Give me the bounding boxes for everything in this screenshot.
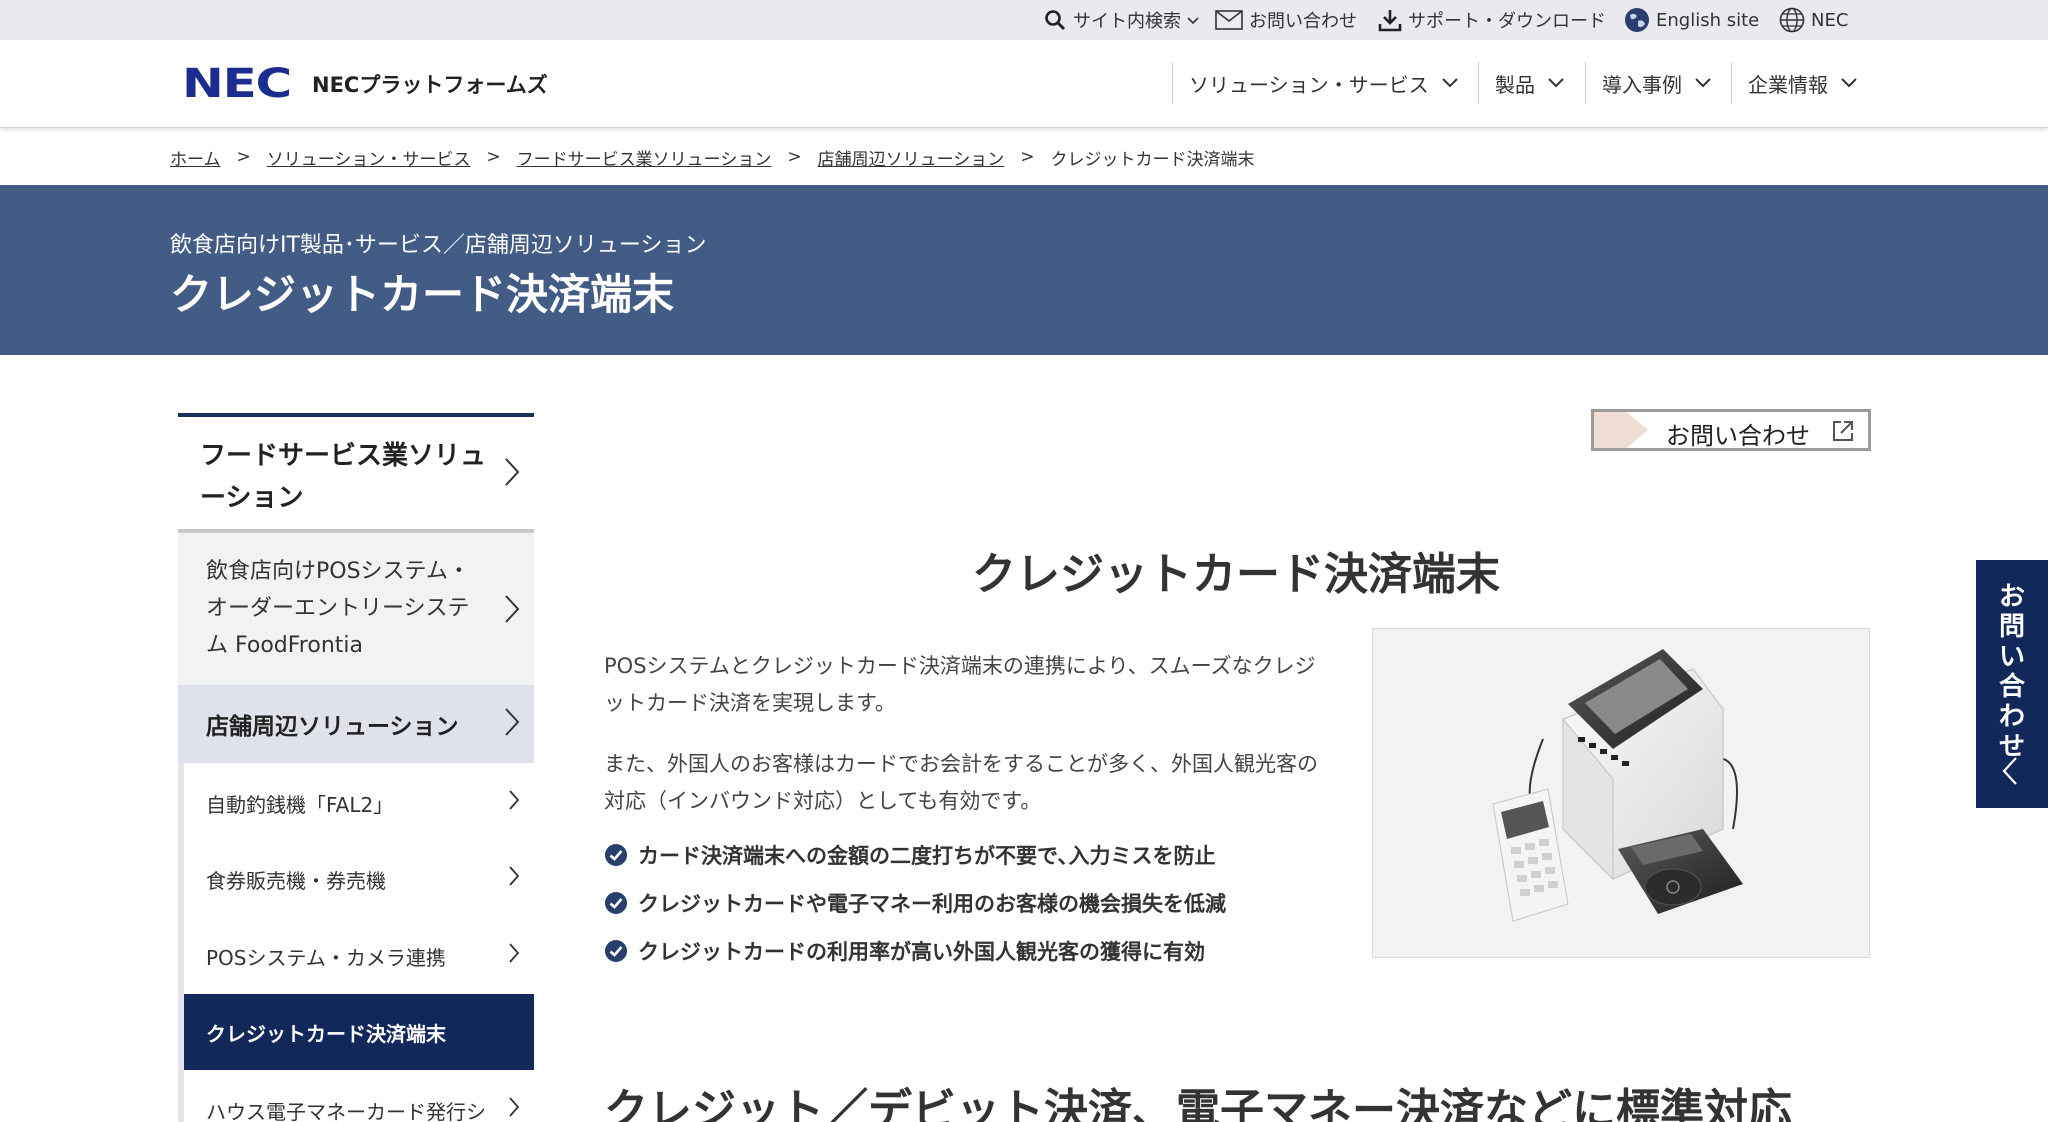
payment-terminal-illustration [1492, 649, 1743, 922]
sidebar-section-label: 店舗周辺ソリューション [206, 714, 459, 740]
breadcrumb-food-service[interactable]: フードサービス業ソリューション [517, 145, 772, 170]
breadcrumb-separator: > [236, 147, 251, 167]
nav-products[interactable]: 製品 [1478, 62, 1565, 104]
page-title: クレジットカード決済端末 [972, 549, 1500, 600]
chevron-down-icon [1187, 17, 1199, 25]
hero-title: クレジットカード決済端末 [170, 270, 675, 319]
chevron-down-icon [1695, 78, 1711, 88]
chevron-right-icon [509, 866, 520, 886]
feature-text: カード決済端末への金額の二度打ちが不要で､入力ミスを防止 [638, 844, 1216, 868]
globe-icon [1625, 8, 1649, 32]
nav-solutions[interactable]: ソリューション・サービス [1172, 62, 1459, 104]
feature-item: クレジットカードや電子マネー利用のお客様の機会損失を低減 [604, 888, 1226, 918]
english-site-label: English site [1656, 9, 1760, 31]
nav-company-info-label: 企業情報 [1748, 72, 1828, 97]
nav-case-studies-label: 導入事例 [1602, 72, 1682, 97]
chevron-right-icon [505, 595, 520, 623]
chevron-left-icon [2002, 757, 2017, 785]
nav-case-studies[interactable]: 導入事例 [1585, 62, 1712, 104]
breadcrumb: ホーム > ソリューション・サービス > フードサービス業ソリューション > 店… [170, 144, 1255, 170]
sidebar-item-credit-card[interactable]: クレジットカード決済端末 [184, 994, 534, 1070]
external-link-icon [1833, 421, 1853, 441]
hero-subtitle: 飲食店向けIT製品･サービス／店舗周辺ソリューション [170, 233, 707, 258]
contact-button-label: お問い合わせ [1666, 422, 1810, 450]
chevron-right-icon [505, 708, 520, 736]
breadcrumb-separator: > [486, 147, 501, 167]
floating-contact-label: お問い合わせ [1998, 582, 2025, 762]
sidebar-item-pos-camera[interactable]: POSシステム・カメラ連携 [184, 918, 534, 994]
nec-global-label: NEC [1811, 9, 1849, 31]
chevron-down-icon [1548, 78, 1564, 88]
sidebar-item-fal2[interactable]: 自動釣銭機「FAL2」 [184, 765, 534, 841]
sidebar-item-label: 食券販売機・券売機 [206, 869, 386, 893]
check-circle-icon [605, 892, 627, 914]
sidebar-item-label: ハウス電子マネーカード発行シ [206, 1100, 486, 1122]
sidebar-item-label: POSシステム・カメラ連携 [206, 946, 446, 970]
chevron-right-icon [509, 943, 520, 963]
sidebar-item-pos-label: 飲食店向けPOSシステム・ オーダーエントリーシステ ム FoodFrontia [206, 559, 470, 658]
chevron-right-icon [509, 790, 520, 810]
chevron-down-icon [1841, 78, 1857, 88]
breadcrumb-current: クレジットカード決済端末 [1050, 149, 1255, 170]
company-name[interactable]: NECプラットフォームズ [312, 70, 548, 100]
site-header: NEC NECプラットフォームズ ソリューション・サービス 製品 導入事例 企業… [0, 40, 2048, 128]
contact-link[interactable]: お問い合わせ [1215, 0, 1357, 40]
nav-products-label: 製品 [1495, 72, 1535, 97]
breadcrumb-separator: > [1020, 147, 1035, 167]
sidebar-item-store-solutions[interactable]: 店舗周辺ソリューション [178, 685, 534, 763]
english-site-link[interactable]: English site [1624, 0, 1759, 40]
section-heading: クレジット／デビット決済、電子マネー決済などに標準対応 [604, 1085, 1792, 1122]
globe-outline-icon [1779, 7, 1805, 33]
nec-global-link[interactable]: NEC [1779, 0, 1848, 40]
chevron-right-icon [505, 458, 520, 486]
product-image [1372, 628, 1870, 958]
nav-solutions-label: ソリューション・サービス [1189, 72, 1429, 97]
intro-paragraph-2: また、外国人のお客様はカードでお会計をすることが多く、外国人観光客の対応（インバ… [604, 752, 1318, 813]
sidebar-item-ticket-machine[interactable]: 食券販売機・券売機 [184, 841, 534, 917]
hero-banner: 飲食店向けIT製品･サービス／店舗周辺ソリューション クレジットカード決済端末 [0, 185, 2048, 355]
chevron-right-icon [509, 1097, 520, 1117]
sidebar-item-label: 自動釣銭機「FAL2」 [206, 793, 394, 817]
sidebar-item-label: クレジットカード決済端末 [206, 1022, 446, 1046]
feature-text: クレジットカードの利用率が高い外国人観光客の獲得に有効 [638, 940, 1205, 964]
support-download-link[interactable]: サポート・ダウンロード [1378, 0, 1606, 40]
feature-item: クレジットカードの利用率が高い外国人観光客の獲得に有効 [604, 936, 1205, 966]
breadcrumb-home[interactable]: ホーム [170, 145, 221, 170]
utility-bar: サイト内検索 お問い合わせ サポート・ダウンロード English site N… [0, 0, 2048, 40]
arrow-wedge-icon [1594, 412, 1648, 448]
sidebar-item-house-emoney[interactable]: ハウス電子マネーカード発行シ [184, 1072, 534, 1122]
site-search-label: サイト内検索 [1073, 11, 1181, 32]
feature-item: カード決済端末への金額の二度打ちが不要で､入力ミスを防止 [604, 840, 1216, 870]
mail-icon [1215, 10, 1243, 30]
breadcrumb-solutions[interactable]: ソリューション・サービス [267, 145, 471, 170]
chevron-down-icon [1441, 78, 1458, 88]
search-icon [1045, 10, 1066, 31]
download-icon [1378, 10, 1402, 32]
intro-paragraph-1: POSシステムとクレジットカード決済端末の連携により、スムーズなクレジットカード… [604, 654, 1316, 715]
nav-company-info[interactable]: 企業情報 [1731, 62, 1858, 104]
check-circle-icon [605, 940, 627, 962]
floating-contact-tab[interactable]: お問い合わせ [1976, 560, 2048, 808]
feature-text: クレジットカードや電子マネー利用のお客様の機会損失を低減 [638, 892, 1226, 916]
support-download-label: サポート・ダウンロード [1408, 11, 1606, 32]
check-circle-icon [605, 844, 627, 866]
breadcrumb-separator: > [787, 147, 802, 167]
contact-label: お問い合わせ [1249, 11, 1357, 32]
contact-button[interactable]: お問い合わせ [1591, 409, 1871, 451]
site-search-link[interactable]: サイト内検索 [1043, 0, 1199, 40]
sidebar-heading-label: フードサービス業ソリュ ーション [200, 441, 487, 513]
breadcrumb-store-solutions[interactable]: 店舗周辺ソリューション [818, 145, 1005, 170]
sidebar-item-pos-system[interactable]: 飲食店向けPOSシステム・ オーダーエントリーシステ ム FoodFrontia [178, 533, 534, 685]
nec-logo[interactable]: NEC [182, 64, 292, 104]
sidebar-heading-food-service[interactable]: フードサービス業ソリュ ーション [178, 413, 534, 533]
